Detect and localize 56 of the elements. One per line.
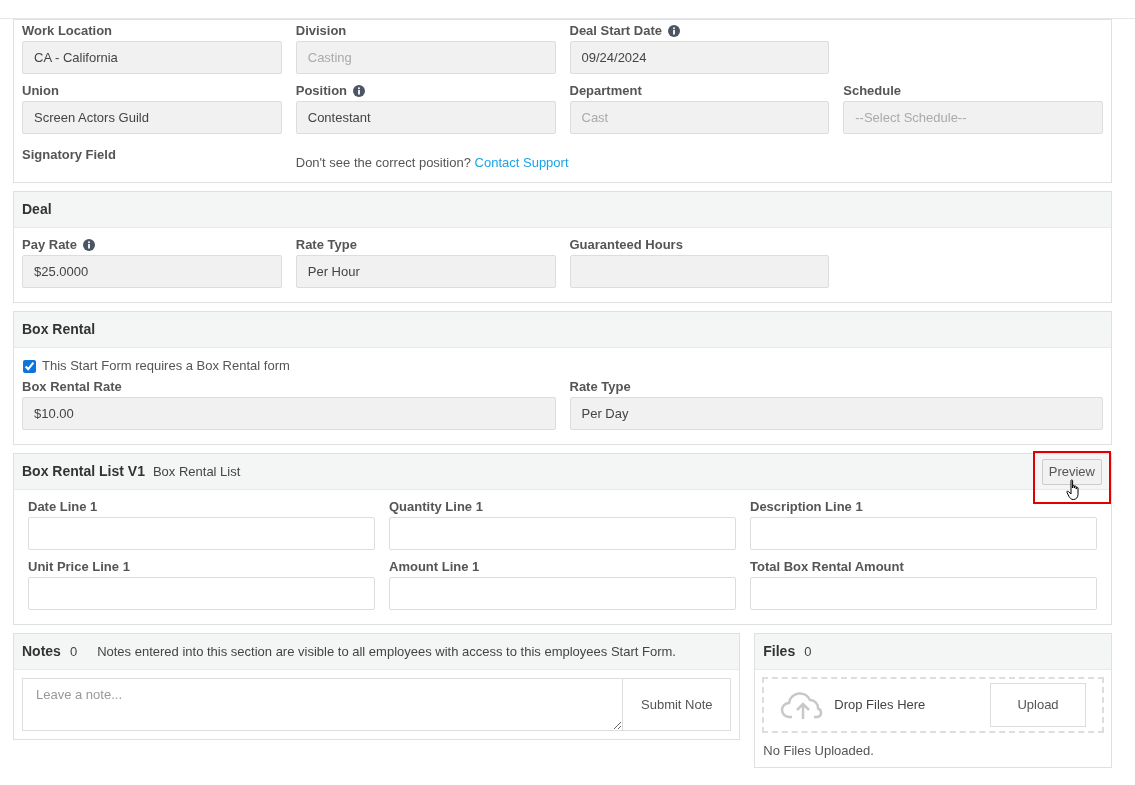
empty-files-text: No Files Uploaded. bbox=[762, 742, 875, 760]
section-title: Deal bbox=[22, 200, 52, 219]
input-field[interactable] bbox=[389, 517, 736, 550]
field-label: Department bbox=[569, 82, 642, 101]
input-field[interactable]: $25.0000 bbox=[22, 255, 282, 288]
field-label: Quantity Line 1 bbox=[389, 498, 483, 517]
upload-button[interactable]: Upload bbox=[990, 683, 1086, 727]
preview-button[interactable]: Preview bbox=[1041, 458, 1102, 485]
files-count: 0 bbox=[804, 642, 812, 661]
input-field[interactable]: CA - California bbox=[22, 41, 282, 74]
section-subtitle: Box Rental List bbox=[152, 462, 241, 481]
field-label: Division bbox=[295, 22, 347, 41]
input-field[interactable]: Contestant bbox=[295, 101, 556, 134]
checkbox[interactable] bbox=[23, 359, 36, 373]
info-icon[interactable] bbox=[82, 239, 95, 251]
input-field[interactable]: Screen Actors Guild bbox=[22, 101, 282, 134]
field-label: Amount Line 1 bbox=[389, 558, 480, 577]
field-label: Deal Start Date bbox=[569, 22, 662, 41]
section-title: Notes bbox=[22, 642, 61, 661]
field-label: Union bbox=[22, 82, 59, 101]
field-label: Unit Price Line 1 bbox=[28, 558, 130, 577]
field-label: Position bbox=[295, 82, 348, 101]
input-field[interactable]: 09/24/2024 bbox=[569, 41, 830, 74]
input-field[interactable]: $10.00 bbox=[22, 397, 556, 430]
section-title: Files bbox=[763, 642, 796, 661]
help-text: Don't see the correct position? Contact Support bbox=[295, 154, 570, 172]
input-field[interactable] bbox=[28, 517, 375, 550]
field-label: Guaranteed Hours bbox=[569, 236, 683, 255]
notes-count: 0 bbox=[69, 642, 78, 661]
section-title: Box Rental bbox=[22, 320, 96, 339]
field-label: Box Rental Rate bbox=[22, 378, 122, 397]
field-label: Work Location bbox=[22, 22, 113, 41]
input-field[interactable] bbox=[569, 255, 830, 288]
input-field[interactable] bbox=[28, 577, 375, 610]
input-field[interactable] bbox=[750, 577, 1097, 610]
info-icon[interactable] bbox=[353, 85, 366, 97]
field-label: Rate Type bbox=[569, 378, 631, 397]
drop-text: Drop Files Here bbox=[834, 696, 927, 715]
checkbox-label: This Start Form requires a Box Rental form bbox=[42, 357, 290, 376]
info-icon[interactable] bbox=[668, 25, 680, 37]
section-title: Box Rental List V1 bbox=[22, 462, 145, 481]
note-input[interactable]: Leave a note... bbox=[22, 678, 624, 731]
submit-note-button[interactable]: Submit Note bbox=[623, 678, 732, 731]
field-label: Rate Type bbox=[295, 236, 357, 255]
signatory-label: Signatory Field bbox=[22, 147, 116, 162]
input-field[interactable] bbox=[389, 577, 736, 610]
drop-zone[interactable]: Drop Files Here Upload bbox=[762, 677, 1104, 733]
field-label: Date Line 1 bbox=[28, 498, 98, 517]
notes-hint: Notes entered into this section are visible to all employees with access to this employees Start Form. bbox=[97, 642, 676, 661]
input-field[interactable]: Per Day bbox=[569, 397, 1103, 430]
field-label: Total Box Rental Amount bbox=[750, 558, 904, 577]
input-field[interactable] bbox=[750, 517, 1097, 550]
input-field[interactable]: Per Hour bbox=[295, 255, 556, 288]
field-label: Description Line 1 bbox=[750, 498, 863, 517]
field-label: Pay Rate bbox=[22, 236, 77, 255]
field-label: Schedule bbox=[843, 82, 902, 101]
